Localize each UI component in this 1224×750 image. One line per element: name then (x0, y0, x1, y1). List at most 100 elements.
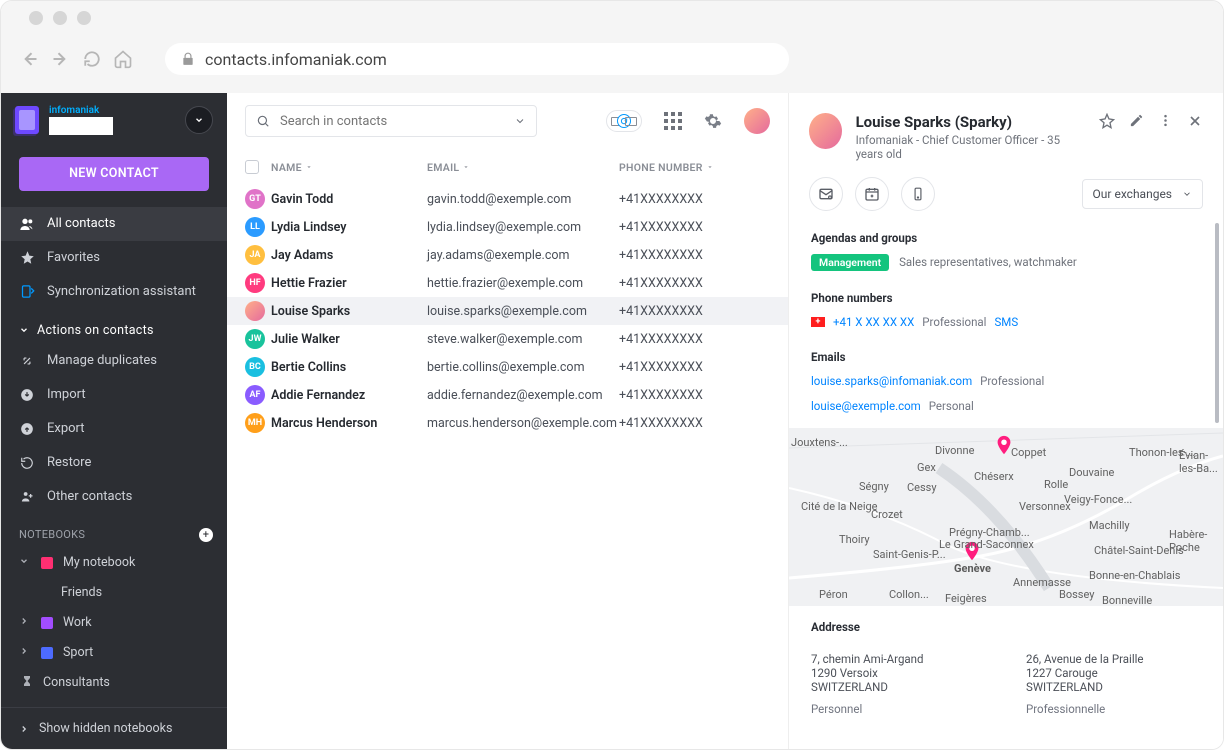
table-row[interactable]: GTGavin Toddgavin.todd@exemple.com+41XXX… (227, 185, 788, 213)
search-input[interactable] (245, 105, 537, 137)
gear-icon[interactable] (704, 112, 722, 130)
sidebar-item-favorites[interactable]: Favorites (1, 241, 227, 275)
address-bar[interactable]: contacts.infomaniak.com (165, 43, 789, 75)
notebook-my[interactable]: My notebook (1, 548, 227, 578)
table-row[interactable]: MHMarcus Hendersonmarcus.henderson@exemp… (227, 409, 788, 437)
contact-name-cell: Jay Adams (271, 248, 427, 263)
hourglass-icon (21, 675, 33, 691)
back-icon[interactable] (19, 49, 39, 69)
sidebar-item-label: Export (47, 421, 85, 436)
chevron-down-icon (19, 555, 31, 570)
contact-name-cell: Lydia Lindsey (271, 220, 427, 235)
table-row[interactable]: HFHettie Frazierhettie.frazier@exemple.c… (227, 269, 788, 297)
phone-link[interactable]: +41 X XX XX XX (833, 315, 914, 329)
apps-grid-icon[interactable] (664, 112, 682, 130)
search-field[interactable] (280, 114, 504, 129)
traffic-close[interactable] (29, 11, 43, 25)
table-row[interactable]: JAJay Adamsjay.adams@exemple.com+41XXXXX… (227, 241, 788, 269)
sync-icon (19, 284, 35, 299)
col-phone[interactable]: PHONE NUMBER (619, 161, 739, 174)
chevron-right-icon (19, 724, 29, 734)
table-row[interactable]: JWJulie Walkersteve.walker@exemple.com+4… (227, 325, 788, 353)
contact-phone-cell: +41XXXXXXXX (619, 192, 739, 207)
map-city: Genève (954, 562, 991, 575)
sidebar-item-restore[interactable]: Restore (1, 446, 227, 480)
table-row[interactable]: AFAddie Fernandezaddie.fernandez@exemple… (227, 381, 788, 409)
notebook-label: Work (63, 615, 92, 630)
contact-phone-cell: +41XXXXXXXX (619, 416, 739, 431)
address-map[interactable]: Genève Coppet Gex Cessy Ségny Thoiry Cro… (789, 428, 1223, 606)
refresh-icon (617, 114, 631, 128)
map-city: Annemasse (1013, 576, 1071, 589)
contact-avatar (809, 113, 842, 149)
sidebar-item-sync[interactable]: Synchronization assistant (1, 275, 227, 309)
email-link[interactable]: louise.sparks@infomaniak.com (811, 374, 972, 388)
table-row[interactable]: Louise Sparkslouise.sparks@exemple.com+4… (227, 297, 788, 325)
select-all-checkbox[interactable] (245, 160, 259, 174)
email-link[interactable]: louise@exemple.com (811, 399, 921, 413)
avatar-initials: JA (245, 245, 265, 265)
sms-link[interactable]: SMS (994, 315, 1018, 329)
map-city: Coppet (1011, 446, 1046, 459)
traffic-min[interactable] (53, 11, 67, 25)
contact-email-cell: lydia.lindsey@exemple.com (427, 220, 619, 235)
traffic-max[interactable] (77, 11, 91, 25)
sidebar-item-all-contacts[interactable]: All contacts (1, 207, 227, 241)
close-icon[interactable] (1187, 113, 1203, 129)
notebook-label: Sport (63, 645, 93, 660)
home-icon[interactable] (113, 49, 133, 69)
col-name[interactable]: NAME (271, 161, 427, 174)
phone-action-icon[interactable] (901, 177, 935, 211)
section-actions-header[interactable]: Actions on contacts (1, 309, 227, 344)
new-contact-button[interactable]: NEW CONTACT (19, 157, 209, 191)
contact-email-cell: gavin.todd@exemple.com (427, 192, 619, 207)
star-icon[interactable] (1099, 113, 1115, 129)
reload-icon[interactable] (83, 50, 101, 68)
sidebar-item-label: Import (47, 387, 86, 402)
sidebar-item-manage-duplicates[interactable]: Manage duplicates (1, 344, 227, 378)
sidebar-item-label: All contacts (47, 216, 116, 231)
map-city: Bonneville (1102, 594, 1152, 606)
notebook-color (41, 557, 53, 569)
chevron-down-icon[interactable] (514, 115, 526, 127)
avatar-initials: AF (245, 385, 265, 405)
email-type: Personal (929, 399, 974, 413)
calendar-action-icon[interactable] (855, 177, 889, 211)
sidebar-item-other-contacts[interactable]: Other contacts (1, 480, 227, 514)
show-hidden-label: Show hidden notebooks (39, 721, 172, 736)
contact-phone-cell: +41XXXXXXXX (619, 360, 739, 375)
notebook-sport[interactable]: Sport (1, 638, 227, 668)
notebook-consultants[interactable]: Consultants (1, 668, 227, 698)
contact-email-cell: marcus.henderson@exemple.com (427, 416, 619, 431)
brand-dropdown[interactable] (185, 106, 213, 134)
exchanges-dropdown[interactable]: Our exchanges (1082, 179, 1203, 209)
contact-phone-cell: +41XXXXXXXX (619, 220, 739, 235)
contact-phone-cell: +41XXXXXXXX (619, 276, 739, 291)
scrollbar[interactable] (1215, 223, 1219, 423)
notebook-work[interactable]: Work (1, 608, 227, 638)
device-sync-button[interactable] (606, 110, 642, 132)
avatar-initials: JW (245, 329, 265, 349)
group-tag[interactable]: Management (811, 254, 889, 271)
notebook-color (41, 647, 53, 659)
sort-icon (462, 163, 470, 171)
col-email[interactable]: EMAIL (427, 161, 619, 174)
contact-name-cell: Addie Fernandez (271, 388, 427, 403)
map-city: Versonnex (1019, 500, 1071, 513)
table-row[interactable]: BCBertie Collinsbertie.collins@exemple.c… (227, 353, 788, 381)
sidebar-item-import[interactable]: Import (1, 378, 227, 412)
brand-title: Contacts (49, 117, 113, 135)
email-action-icon[interactable] (809, 177, 843, 211)
map-city: Habère-Poche (1169, 528, 1223, 554)
user-avatar[interactable] (744, 108, 770, 134)
add-notebook-button[interactable]: + (199, 528, 213, 542)
map-city: Machilly (1089, 519, 1130, 532)
table-row[interactable]: LLLydia Lindseylydia.lindsey@exemple.com… (227, 213, 788, 241)
edit-icon[interactable] (1129, 113, 1144, 128)
more-icon[interactable] (1158, 113, 1173, 128)
map-city: Péron (819, 588, 848, 601)
forward-icon[interactable] (51, 49, 71, 69)
sidebar-item-export[interactable]: Export (1, 412, 227, 446)
show-hidden-notebooks[interactable]: Show hidden notebooks (1, 707, 227, 749)
notebook-friends[interactable]: Friends (1, 578, 227, 608)
